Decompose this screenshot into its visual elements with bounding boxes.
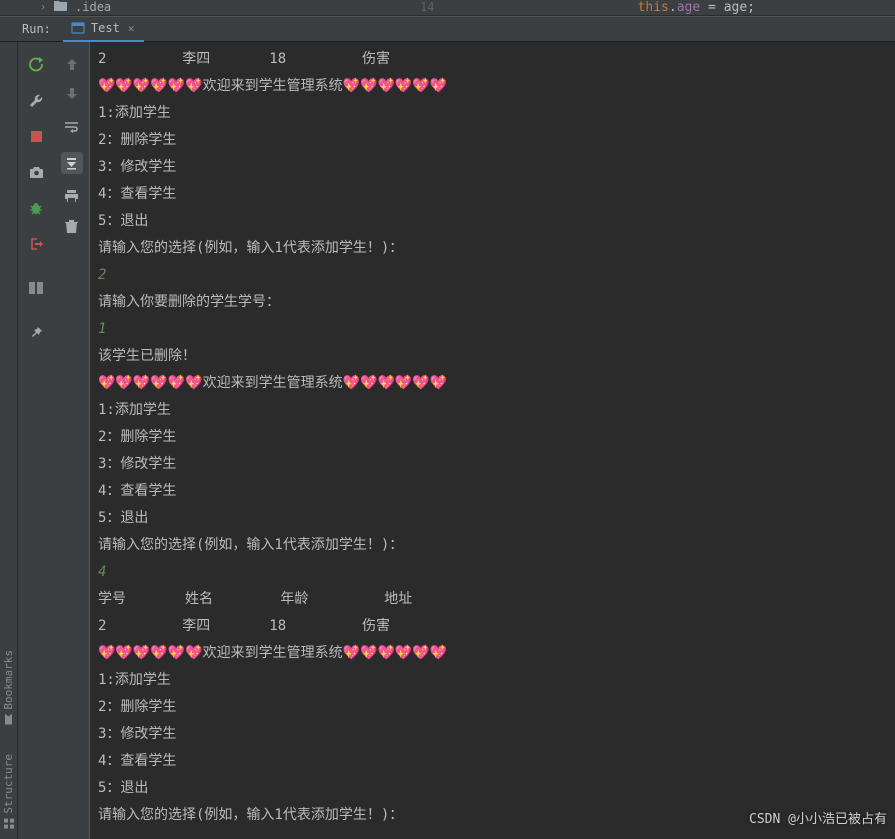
application-icon bbox=[71, 21, 85, 35]
bug-icon[interactable] bbox=[28, 200, 44, 216]
wrench-icon[interactable] bbox=[28, 92, 44, 108]
breadcrumb-label: .idea bbox=[75, 0, 111, 14]
console-line: 请输入您的选择(例如，输入1代表添加学生！)： bbox=[98, 532, 895, 559]
structure-tab[interactable]: Structure bbox=[2, 754, 15, 829]
run-actions-gutter bbox=[18, 42, 54, 839]
console-line: 4：查看学生 bbox=[98, 181, 895, 208]
console-line: 💖💖💖💖💖💖欢迎来到学生管理系统💖💖💖💖💖💖 bbox=[98, 370, 895, 397]
rerun-icon[interactable] bbox=[28, 56, 44, 72]
console-line: 学号 姓名 年龄 地址 bbox=[98, 586, 895, 613]
stop-icon[interactable] bbox=[28, 128, 44, 144]
console-actions-gutter bbox=[54, 42, 90, 839]
console-line: 请输入你要删除的学生学号： bbox=[98, 289, 895, 316]
close-icon[interactable]: × bbox=[126, 22, 137, 35]
console-line: 5：退出 bbox=[98, 505, 895, 532]
console-line: 2：删除学生 bbox=[98, 127, 895, 154]
breadcrumb-bar: › .idea 14 this.age = age; bbox=[0, 0, 895, 16]
console-line: 4：查看学生 bbox=[98, 748, 895, 775]
console-line: 3：修改学生 bbox=[98, 721, 895, 748]
console-line: 该学生已删除！ bbox=[98, 343, 895, 370]
console-line: 1 bbox=[98, 316, 895, 343]
console-line: 4 bbox=[98, 559, 895, 586]
console-line: 2 李四 18 伤害 bbox=[98, 46, 895, 73]
bookmarks-tab[interactable]: Bookmarks bbox=[2, 650, 15, 725]
folder-icon bbox=[54, 0, 67, 14]
structure-label: Structure bbox=[2, 754, 15, 814]
console-line: 3：修改学生 bbox=[98, 154, 895, 181]
trash-icon[interactable] bbox=[64, 218, 80, 234]
console-output[interactable]: 2 李四 18 伤害💖💖💖💖💖💖欢迎来到学生管理系统💖💖💖💖💖💖1:添加学生2：… bbox=[90, 42, 895, 839]
arrow-down-icon[interactable] bbox=[64, 86, 80, 102]
chevron-right-icon: › bbox=[40, 2, 46, 13]
soft-wrap-icon[interactable] bbox=[61, 116, 83, 138]
tool-window-stripe: Bookmarks Structure bbox=[0, 42, 18, 839]
console-line: 2 bbox=[98, 262, 895, 289]
run-tab[interactable]: Test × bbox=[63, 16, 145, 42]
editor-fragment: this.age = age; bbox=[638, 0, 755, 15]
run-tab-label: Test bbox=[91, 21, 120, 35]
editor-line-number: 14 bbox=[420, 0, 434, 14]
console-line: 5：退出 bbox=[98, 775, 895, 802]
breadcrumb[interactable]: › .idea bbox=[40, 0, 111, 14]
exit-icon[interactable] bbox=[28, 236, 44, 252]
run-label: Run: bbox=[22, 22, 51, 36]
console-line: 2 李四 18 伤害 bbox=[98, 613, 895, 640]
console-line: 💖💖💖💖💖💖欢迎来到学生管理系统💖💖💖💖💖💖 bbox=[98, 73, 895, 100]
watermark: CSDN @小小浩已被占有 bbox=[749, 808, 887, 827]
console-line: 1:添加学生 bbox=[98, 397, 895, 424]
camera-icon[interactable] bbox=[28, 164, 44, 180]
run-toolbar: Run: Test × bbox=[0, 16, 895, 42]
console-line: 5：退出 bbox=[98, 208, 895, 235]
layout-icon[interactable] bbox=[28, 280, 44, 296]
console-line: 4：查看学生 bbox=[98, 478, 895, 505]
print-icon[interactable] bbox=[64, 188, 80, 204]
console-line: 3：修改学生 bbox=[98, 451, 895, 478]
console-line: 2：删除学生 bbox=[98, 424, 895, 451]
bookmarks-label: Bookmarks bbox=[2, 650, 15, 710]
arrow-up-icon[interactable] bbox=[64, 56, 80, 72]
console-line: 2：删除学生 bbox=[98, 694, 895, 721]
console-line: 💖💖💖💖💖💖欢迎来到学生管理系统💖💖💖💖💖💖 bbox=[98, 640, 895, 667]
console-line: 1:添加学生 bbox=[98, 100, 895, 127]
scroll-to-end-icon[interactable] bbox=[61, 152, 83, 174]
console-line: 1:添加学生 bbox=[98, 667, 895, 694]
console-line: 请输入您的选择(例如，输入1代表添加学生！)： bbox=[98, 235, 895, 262]
pin-icon[interactable] bbox=[28, 324, 44, 340]
